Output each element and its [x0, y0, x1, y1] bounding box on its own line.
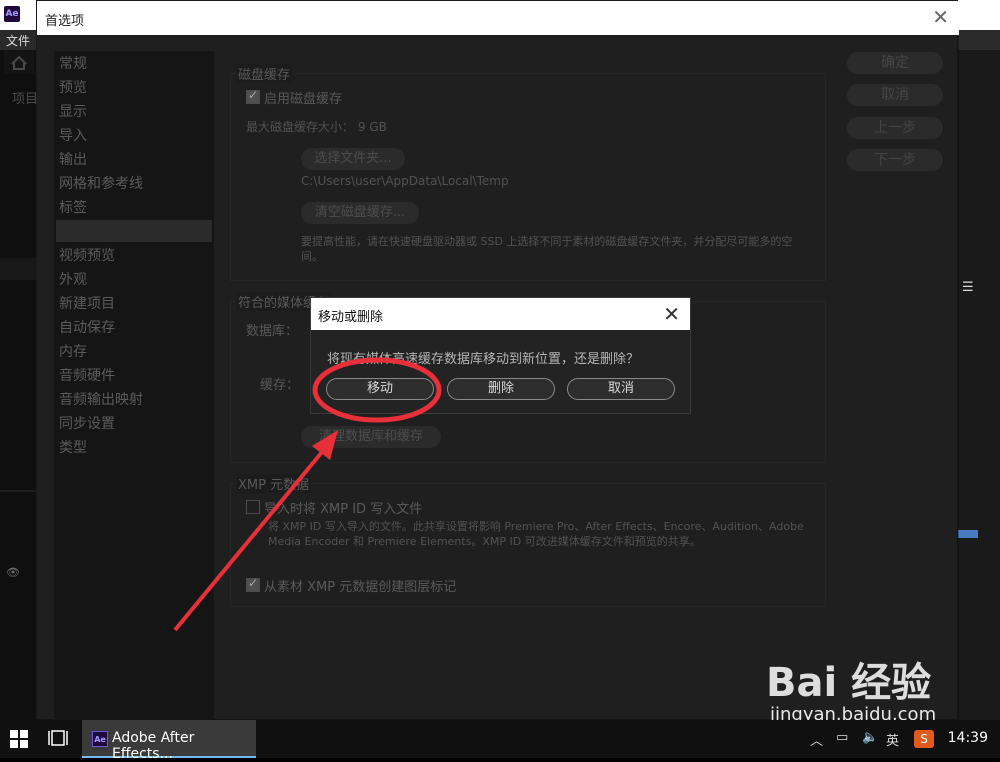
- timeline-scrollbar[interactable]: [958, 530, 978, 538]
- panel-menu-icon[interactable]: ☰: [962, 280, 976, 295]
- taskbar: Ae Adobe After Effects... ︿ ▭ 🔈 英 S 14:3…: [0, 720, 1000, 762]
- modal-title: 移动或删除: [318, 310, 384, 325]
- ae-app-icon: Ae: [4, 6, 20, 22]
- ime-indicator[interactable]: 英: [886, 730, 899, 749]
- move-button[interactable]: 移动: [326, 378, 434, 400]
- right-panel: [958, 50, 1000, 720]
- tray-volume-icon[interactable]: 🔈: [862, 730, 878, 745]
- modal-message: 将现有媒体高速缓存数据库移动到新位置，还是删除？: [327, 352, 640, 367]
- menu-file[interactable]: 文件: [6, 32, 30, 49]
- tray-display-icon[interactable]: ▭: [836, 730, 848, 745]
- baidu-watermark-logo: Bai 经验: [766, 660, 932, 706]
- windows-start-icon[interactable]: [10, 730, 28, 748]
- sogou-ime-icon[interactable]: S: [914, 730, 934, 748]
- task-view-icon[interactable]: [48, 728, 68, 748]
- close-icon[interactable]: ✕: [932, 7, 949, 27]
- modal-cancel-button[interactable]: 取消: [567, 378, 675, 400]
- taskbar-app-label: Adobe After Effects...: [112, 730, 195, 762]
- ae-dim-overlay: [0, 50, 36, 720]
- preferences-title: 首选项: [45, 14, 85, 29]
- close-icon[interactable]: ✕: [663, 302, 680, 326]
- modal-title-bar: 移动或删除 ✕: [311, 298, 690, 330]
- move-or-delete-dialog: 移动或删除 ✕ 将现有媒体高速缓存数据库移动到新位置，还是删除？ 移动 删除 取…: [310, 297, 691, 414]
- preferences-title-bar: 首选项 ✕: [37, 1, 959, 35]
- tray-chevron-up-icon[interactable]: ︿: [810, 730, 823, 749]
- taskbar-app-after-effects[interactable]: Ae Adobe After Effects...: [82, 720, 256, 762]
- taskbar-clock[interactable]: 14:39: [948, 730, 988, 746]
- after-effects-icon: Ae: [92, 731, 108, 747]
- delete-button[interactable]: 删除: [447, 378, 555, 400]
